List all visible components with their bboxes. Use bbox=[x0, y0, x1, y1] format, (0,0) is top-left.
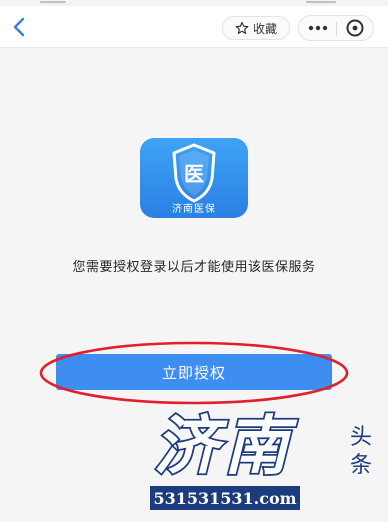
app-logo: 医 济南医保 bbox=[140, 138, 248, 218]
chevron-left-icon bbox=[13, 17, 25, 37]
watermark-brand: 济南 bbox=[154, 409, 298, 484]
more-dots-icon bbox=[308, 25, 327, 31]
status-bar-fragment bbox=[306, 1, 336, 3]
authorization-description: 您需要授权登录以后才能使用该医保服务 bbox=[72, 260, 316, 275]
logo-label: 济南医保 bbox=[172, 204, 216, 215]
watermark-side-char-2: 条 bbox=[350, 453, 372, 478]
watermark-side-label: 头 条 bbox=[350, 425, 379, 478]
back-button[interactable] bbox=[6, 12, 32, 42]
favorite-label: 收藏 bbox=[252, 21, 277, 36]
watermark-side-char-1: 头 bbox=[350, 425, 372, 450]
logo-glyph: 医 bbox=[184, 162, 204, 186]
authorize-button[interactable]: 立即授权 bbox=[56, 354, 332, 390]
close-mini-program-button[interactable] bbox=[337, 16, 373, 40]
watermark-logo: 济南 头 条 bbox=[152, 407, 379, 486]
authorize-button-label: 立即授权 bbox=[161, 363, 226, 382]
favorite-button[interactable]: 收藏 bbox=[222, 16, 290, 40]
star-icon bbox=[235, 21, 249, 35]
top-navigation-bar: 收藏 bbox=[0, 6, 388, 48]
mini-program-capsule bbox=[298, 15, 374, 41]
close-circle-icon bbox=[346, 19, 364, 37]
watermark-url: 531531531.com bbox=[150, 486, 300, 510]
status-bar-fragment bbox=[40, 1, 66, 3]
more-button[interactable] bbox=[299, 16, 336, 40]
